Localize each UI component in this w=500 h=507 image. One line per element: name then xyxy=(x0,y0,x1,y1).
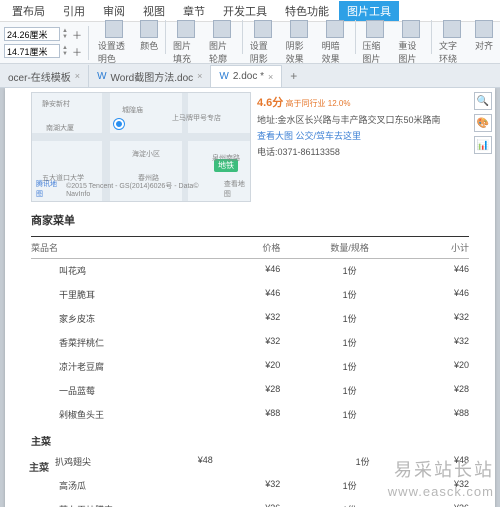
ribbon-icon xyxy=(366,20,384,38)
word-icon: W xyxy=(219,71,228,82)
size-group: ▲▼＋ ▲▼＋ xyxy=(4,27,82,59)
ribbon-button[interactable]: 图片轮廓 xyxy=(206,20,238,65)
close-icon[interactable]: × xyxy=(75,71,80,81)
ribbon-button[interactable]: 压缩图片 xyxy=(359,20,391,65)
document-area: 🔍 🎨 📊 地铁 静安新村 城隍庙 南湖大厦 上马牌甲号专店 海淀小区 五大道口大学… xyxy=(0,88,500,507)
ribbon-icon xyxy=(254,20,272,38)
table-row: 剁椒鱼头王¥881份¥88 xyxy=(31,403,469,427)
ribbon-button[interactable]: 设置阴影 xyxy=(247,20,279,65)
ribbon-button[interactable]: 设置透明色 xyxy=(95,20,133,65)
table-row: 叫花鸡¥461份¥46 xyxy=(31,259,469,283)
doc-tab[interactable]: ocer-在线模板× xyxy=(0,65,89,87)
ribbon-button[interactable]: 重设图片 xyxy=(395,20,427,65)
ribbon: ▲▼＋ ▲▼＋ 设置透明色颜色图片填充图片轮廓设置阴影阴影效果明暗效果压缩图片重… xyxy=(0,22,500,64)
side-tool[interactable]: 📊 xyxy=(474,136,492,154)
menu-bar: 置布局引用审阅视图章节开发工具特色功能图片工具 xyxy=(0,0,500,22)
word-icon: W xyxy=(97,71,106,82)
ribbon-icon xyxy=(140,20,158,38)
menu-item[interactable]: 特色功能 xyxy=(277,1,337,21)
add-tab[interactable]: + xyxy=(282,65,305,87)
document-tabs: ocer-在线模板×WWord截图方法.doc×W2.doc *×+ xyxy=(0,64,500,88)
ribbon-button[interactable]: 文字环绕 xyxy=(436,20,468,65)
menu-item[interactable]: 视图 xyxy=(135,1,173,21)
table-row: 干里脆耳¥461份¥46 xyxy=(31,283,469,307)
watermark: 易采站长站 www.easck.com xyxy=(388,458,494,501)
ribbon-icon xyxy=(105,20,123,38)
ribbon-icon xyxy=(326,20,344,38)
side-tool[interactable]: 🔍 xyxy=(474,92,492,110)
ribbon-icon xyxy=(177,20,195,38)
ribbon-icon xyxy=(443,20,461,38)
section-header: 商家菜单 xyxy=(31,212,469,228)
ribbon-icon xyxy=(402,20,420,38)
table-header: 菜品名价格数量/规格小计 xyxy=(31,236,469,259)
rating: 4.6分 高于同行业 12.0% xyxy=(257,94,469,110)
spinner[interactable]: ▲▼ xyxy=(62,45,70,57)
ribbon-button[interactable]: 阴影效果 xyxy=(283,20,315,65)
doc-tab[interactable]: WWord截图方法.doc× xyxy=(89,65,211,87)
map-pin-icon xyxy=(114,119,124,129)
inserted-image-block[interactable]: 地铁 静安新村 城隍庙 南湖大厦 上马牌甲号专店 海淀小区 五大道口大学 春州路… xyxy=(31,92,469,202)
side-tool[interactable]: 🎨 xyxy=(474,114,492,132)
menu-item[interactable]: 引用 xyxy=(55,1,93,21)
page: 🔍 🎨 📊 地铁 静安新村 城隍庙 南湖大厦 上马牌甲号专店 海淀小区 五大道口大学… xyxy=(5,88,495,507)
ribbon-icon xyxy=(290,20,308,38)
plus-icon[interactable]: ＋ xyxy=(72,27,82,42)
category-label: 主菜 xyxy=(29,453,49,476)
close-icon[interactable]: × xyxy=(197,71,202,81)
ribbon-icon xyxy=(475,20,493,38)
table-row: 香菜拌桃仁¥321份¥32 xyxy=(31,331,469,355)
ribbon-button[interactable]: 颜色 xyxy=(137,20,161,65)
ribbon-icon xyxy=(213,20,231,38)
category-label: 主菜 xyxy=(31,427,469,450)
ribbon-button[interactable]: 图片填充 xyxy=(170,20,202,65)
ribbon-button[interactable]: 明暗效果 xyxy=(319,20,351,65)
map-footer: 腾讯地图©2015 Tencent - GS(2014)6026号 - Data… xyxy=(36,179,250,199)
plus-icon[interactable]: ＋ xyxy=(72,44,82,59)
menu-item[interactable]: 章节 xyxy=(175,1,213,21)
menu-item[interactable]: 图片工具 xyxy=(339,1,399,21)
table-row: 一品蓝莓¥281份¥28 xyxy=(31,379,469,403)
map-links[interactable]: 查看大图 公交/驾车去这里 xyxy=(257,129,469,142)
close-icon[interactable]: × xyxy=(268,72,273,82)
table-row: 凉汁老豆腐¥201份¥20 xyxy=(31,355,469,379)
menu-item[interactable]: 审阅 xyxy=(95,1,133,21)
height-input[interactable] xyxy=(4,27,60,41)
menu-item[interactable]: 置布局 xyxy=(4,1,53,21)
ribbon-button[interactable]: 对齐 xyxy=(472,20,496,65)
width-input[interactable] xyxy=(4,44,60,58)
table-row: 家乡皮冻¥321份¥32 xyxy=(31,307,469,331)
doc-tab[interactable]: W2.doc *× xyxy=(211,65,282,87)
business-info: 4.6分 高于同行业 12.0% 地址:金水区长兴路与丰产路交叉口东50米路南 … xyxy=(257,92,469,202)
menu-item[interactable]: 开发工具 xyxy=(215,1,275,21)
spinner[interactable]: ▲▼ xyxy=(62,28,70,40)
map-image: 地铁 静安新村 城隍庙 南湖大厦 上马牌甲号专店 海淀小区 五大道口大学 春州路… xyxy=(31,92,251,202)
side-toolbar: 🔍 🎨 📊 xyxy=(474,92,492,154)
